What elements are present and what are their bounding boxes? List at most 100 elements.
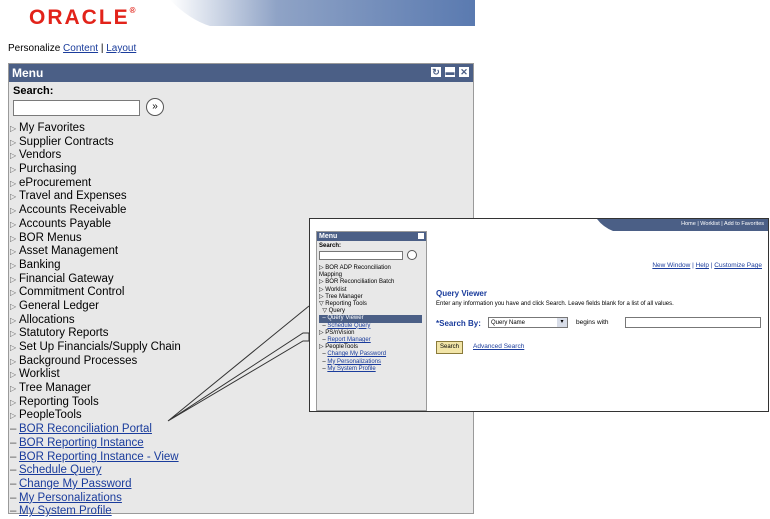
menu-item-label: eProcurement — [19, 176, 92, 189]
inset-menu-item[interactable]: ▽ Query — [319, 308, 422, 315]
menu-folder-item[interactable]: ▷ Vendors — [10, 149, 181, 163]
inset-menu-item[interactable]: – Query Viewer — [319, 315, 422, 323]
inset-item-label: Reporting Tools — [325, 301, 367, 308]
menu-folder-item[interactable]: ▷ Banking — [10, 259, 181, 273]
inset-menu-item[interactable]: ▷ PS/nVision — [319, 330, 422, 337]
search-by-label: *Search By: — [436, 319, 481, 328]
menu-folder-item[interactable]: ▷ eProcurement — [10, 177, 181, 191]
menu-link-item[interactable]: – Schedule Query — [10, 464, 181, 478]
menu-item-label: Background Processes — [19, 354, 138, 367]
menu-item-label: Tree Manager — [19, 382, 91, 395]
menu-folder-item[interactable]: ▷ Commitment Control — [10, 286, 181, 300]
menu-folder-item[interactable]: ▷ Tree Manager — [10, 382, 181, 396]
expand-triangle-icon: ▷ — [10, 192, 17, 202]
inset-menu: Menu Search: ▷ BOR ADP Reconciliation Map… — [316, 231, 427, 411]
inset-menu-item[interactable]: ▷ BOR ADP Reconciliation — [319, 265, 422, 272]
inset-search-label: Search: — [319, 243, 342, 249]
menu-link-item[interactable]: – BOR Reporting Instance - View — [10, 451, 181, 465]
new-window-link[interactable]: New Window — [652, 262, 690, 269]
menu-folder-item[interactable]: ▷ Asset Management — [10, 245, 181, 259]
inset-item-label: PS/nVision — [325, 329, 355, 336]
menu-link-item[interactable]: – BOR Reconciliation Portal — [10, 423, 181, 437]
menu-folder-item[interactable]: ▷ PeopleTools — [10, 409, 181, 423]
menu-item-label: Schedule Query — [19, 464, 102, 477]
menu-folder-item[interactable]: ▷ Accounts Payable — [10, 218, 181, 232]
menu-item-label: Accounts Payable — [19, 217, 112, 230]
dash-icon: – — [10, 491, 17, 504]
menu-folder-item[interactable]: ▷ My Favorites — [10, 122, 181, 136]
logo-mark: ® — [129, 6, 136, 15]
menu-folder-item[interactable]: ▷ Financial Gateway — [10, 273, 181, 287]
menu-folder-item[interactable]: ▷ Statutory Reports — [10, 327, 181, 341]
menu-list: ▷ My Favorites ▷ Supplier Contracts ▷ Vendors… — [10, 122, 181, 519]
expand-triangle-icon: ▷ — [10, 301, 17, 311]
close-icon[interactable]: ✕ — [459, 67, 469, 77]
menu-link-item[interactable]: – My Personalizations — [10, 492, 181, 506]
query-viewer-title: Query Viewer — [436, 289, 487, 298]
inset-search-input[interactable] — [319, 251, 403, 260]
query-name-input[interactable] — [625, 317, 761, 328]
inset-minimize-icon[interactable] — [418, 233, 424, 239]
query-viewer-inset: Home | Worklist | Add to Favorites Menu … — [309, 218, 769, 412]
dash-icon: – — [10, 423, 17, 436]
inset-menu-item[interactable]: Mapping — [319, 272, 422, 279]
minimize-icon[interactable]: ▬ — [445, 67, 455, 77]
expand-triangle-icon: ▷ — [10, 288, 17, 298]
menu-folder-item[interactable]: ▷ Purchasing — [10, 163, 181, 177]
inset-menu-item[interactable]: – My Personalizations — [319, 359, 422, 366]
customize-page-link[interactable]: Customize Page — [714, 262, 762, 269]
menu-folder-item[interactable]: ▷ Background Processes — [10, 355, 181, 369]
inset-menu-item[interactable]: – Report Manager — [319, 337, 422, 344]
menu-folder-item[interactable]: ▷ Set Up Financials/Supply Chain — [10, 341, 181, 355]
menu-folder-item[interactable]: ▷ BOR Menus — [10, 232, 181, 246]
inset-item-label: BOR ADP Reconciliation — [325, 265, 391, 271]
menu-item-label: Purchasing — [19, 163, 77, 176]
menu-item-label: Commitment Control — [19, 286, 125, 299]
menu-item-label: BOR Menus — [19, 231, 82, 244]
expand-triangle-icon: ▷ — [10, 165, 17, 175]
menu-folder-item[interactable]: ▷ Supplier Contracts — [10, 136, 181, 150]
inset-item-label: Query — [328, 308, 345, 315]
menu-link-item[interactable]: – My System Profile — [10, 505, 181, 519]
inset-search-go-icon[interactable] — [407, 250, 417, 260]
query-viewer-description: Enter any information you have and click… — [436, 301, 674, 307]
inset-menu-item[interactable]: ▷ Tree Manager — [319, 294, 422, 301]
inset-item-label: My Personalizations — [327, 358, 382, 365]
menu-folder-item[interactable]: ▷ Accounts Receivable — [10, 204, 181, 218]
add-to-favorites-link[interactable]: Add to Favorites — [724, 221, 764, 227]
inset-menu-item[interactable]: ▽ Reporting Tools — [319, 301, 422, 308]
menu-header: Menu ↻ ▬ ✕ — [9, 64, 473, 82]
inset-menu-item[interactable]: ▷ PeopleTools — [319, 344, 422, 351]
advanced-search-link[interactable]: Advanced Search — [473, 343, 524, 350]
search-button[interactable]: Search — [436, 341, 464, 354]
worklist-link[interactable]: Worklist — [700, 221, 719, 227]
window-links: New Window | Help | Customize Page — [652, 262, 762, 269]
menu-folder-item[interactable]: ▷ Reporting Tools — [10, 396, 181, 410]
search-go-icon[interactable]: » — [146, 98, 164, 116]
inset-menu-item[interactable]: – My System Profile — [319, 366, 422, 373]
refresh-icon[interactable]: ↻ — [431, 67, 441, 77]
inset-item-label: Report Manager — [327, 337, 371, 344]
menu-search-input[interactable] — [13, 100, 140, 116]
inset-item-label: Query Viewer — [327, 315, 364, 322]
menu-folder-item[interactable]: ▷ Allocations — [10, 314, 181, 328]
inset-menu-item[interactable]: – Schedule Query — [319, 323, 422, 330]
menu-item-label: Asset Management — [19, 245, 119, 258]
expand-triangle-icon: ▷ — [10, 206, 17, 216]
expand-triangle-icon: ▷ — [10, 315, 17, 325]
menu-folder-item[interactable]: ▷ General Ledger — [10, 300, 181, 314]
menu-folder-item[interactable]: ▷ Worklist — [10, 368, 181, 382]
personalize-content-link[interactable]: Content — [63, 43, 98, 54]
menu-link-item[interactable]: – Change My Password — [10, 478, 181, 492]
inset-menu-item[interactable]: – Change My Password — [319, 351, 422, 358]
inset-menu-item[interactable]: ▷ Worklist — [319, 287, 422, 294]
menu-item-label: Supplier Contracts — [19, 135, 114, 148]
home-link[interactable]: Home — [681, 221, 696, 227]
personalize-layout-link[interactable]: Layout — [106, 43, 136, 54]
menu-link-item[interactable]: – BOR Reporting Instance — [10, 437, 181, 451]
menu-item-label: BOR Reporting Instance - View — [19, 450, 179, 463]
help-link[interactable]: Help — [696, 262, 709, 269]
search-by-select[interactable]: Query Name ▾ — [488, 317, 568, 328]
inset-menu-item[interactable]: ▷ BOR Reconciliation Batch — [319, 279, 422, 286]
menu-folder-item[interactable]: ▷ Travel and Expenses — [10, 190, 181, 204]
